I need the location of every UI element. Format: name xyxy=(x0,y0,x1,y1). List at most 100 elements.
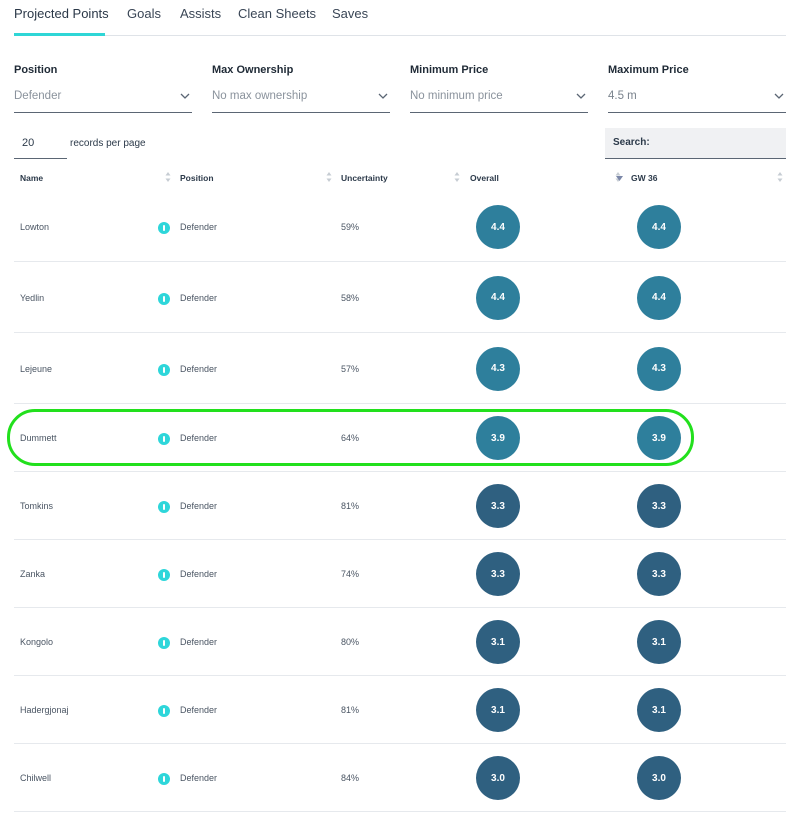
player-uncertainty: 81% xyxy=(341,501,360,511)
column-header-gw[interactable]: GW 36 xyxy=(631,173,657,183)
tab-projected-points[interactable]: Projected Points xyxy=(14,6,109,21)
score-bubble: 3.0 xyxy=(637,756,681,800)
score-bubble: 4.4 xyxy=(637,275,681,320)
table-row: Tomkins Defender 81% 3.3 3.3 xyxy=(14,472,786,540)
sort-descending-icon[interactable] xyxy=(616,176,623,181)
score-bubble: 3.3 xyxy=(637,552,681,596)
score-bubble: 3.1 xyxy=(637,688,681,732)
score-bubble: 3.9 xyxy=(637,416,681,460)
score-bubble: 4.3 xyxy=(476,346,520,391)
minimum-price-select[interactable]: No minimum price xyxy=(410,84,588,113)
position-filter-label: Position xyxy=(14,64,58,76)
search-input[interactable]: Search: xyxy=(605,128,786,159)
player-position: Defender xyxy=(180,705,218,715)
column-header-uncertainty[interactable]: Uncertainty xyxy=(341,173,388,183)
tab-saves[interactable]: Saves xyxy=(332,6,368,21)
info-icon[interactable] xyxy=(158,292,170,305)
maximum-price-filter: Maximum Price 4.5 m xyxy=(608,64,786,113)
position-select-value: Defender xyxy=(14,90,62,102)
score-bubble: 3.3 xyxy=(637,484,681,528)
max-ownership-select-value: No max ownership xyxy=(212,90,308,102)
maximum-price-select[interactable]: 4.5 m xyxy=(608,84,786,113)
table-row: Lejeune Defender 57% 4.3 4.3 xyxy=(14,333,786,404)
info-icon[interactable] xyxy=(158,363,170,376)
score-bubble: 3.0 xyxy=(476,756,520,800)
player-name: Hadergjonaj xyxy=(20,705,69,715)
tab-clean-sheets[interactable]: Clean Sheets xyxy=(238,6,316,21)
player-name: Chilwell xyxy=(20,773,52,783)
player-name: Kongolo xyxy=(20,637,54,647)
player-uncertainty: 64% xyxy=(341,433,360,443)
sort-icon[interactable] xyxy=(326,171,332,183)
sort-icon[interactable] xyxy=(454,171,460,183)
score-bubble: 3.1 xyxy=(476,688,520,732)
info-icon[interactable] xyxy=(158,569,170,581)
max-ownership-filter-label: Max Ownership xyxy=(212,64,294,76)
maximum-price-select-value: 4.5 m xyxy=(608,90,637,102)
tab-assists[interactable]: Assists xyxy=(180,6,221,21)
table-row: Chilwell Defender 84% 3.0 3.0 xyxy=(14,744,786,812)
player-uncertainty: 80% xyxy=(341,637,360,647)
records-per-page-label: records per page xyxy=(70,138,146,149)
table-row: Yedlin Defender 58% 4.4 4.4 xyxy=(14,262,786,333)
table-row: Zanka Defender 74% 3.3 3.3 xyxy=(14,540,786,608)
table-row: Lowton Defender 59% 4.4 4.4 xyxy=(14,192,786,262)
score-bubble: 3.9 xyxy=(476,416,520,460)
player-name: Dummett xyxy=(20,433,57,443)
chevron-down-icon xyxy=(576,93,586,99)
chevron-down-icon xyxy=(378,93,388,99)
max-ownership-filter: Max Ownership No max ownership xyxy=(212,64,390,113)
score-bubble: 3.1 xyxy=(476,620,520,664)
player-position: Defender xyxy=(180,363,218,374)
info-icon[interactable] xyxy=(158,433,170,445)
table-row: Kongolo Defender 80% 3.1 3.1 xyxy=(14,608,786,676)
player-position: Defender xyxy=(180,773,218,783)
player-position: Defender xyxy=(180,501,218,511)
player-uncertainty: 81% xyxy=(341,705,360,715)
player-name: Lejeune xyxy=(20,363,53,374)
info-icon[interactable] xyxy=(158,501,170,513)
score-bubble: 3.3 xyxy=(476,484,520,528)
table-body: Lowton Defender 59% 4.4 4.4 Yedlin Defender 58%… xyxy=(14,192,786,812)
tab-bar: Projected Points Goals Assists Clean She… xyxy=(14,0,786,36)
player-uncertainty: 58% xyxy=(341,292,360,303)
tab-goals[interactable]: Goals xyxy=(127,6,161,21)
player-name: Tomkins xyxy=(20,501,54,511)
player-position: Defender xyxy=(180,637,218,647)
player-name: Yedlin xyxy=(20,292,45,303)
player-position: Defender xyxy=(180,222,218,232)
column-header-overall[interactable]: Overall xyxy=(470,173,499,183)
score-bubble: 4.4 xyxy=(476,275,520,320)
player-uncertainty: 74% xyxy=(341,569,360,579)
info-icon[interactable] xyxy=(158,705,170,717)
table-row: Dummett Defender 64% 3.9 3.9 xyxy=(14,404,786,472)
max-ownership-select[interactable]: No max ownership xyxy=(212,84,390,113)
sort-icon[interactable] xyxy=(165,171,171,183)
position-select[interactable]: Defender xyxy=(14,84,192,113)
minimum-price-filter: Minimum Price No minimum price xyxy=(410,64,588,113)
player-name: Lowton xyxy=(20,222,50,232)
column-header-name[interactable]: Name xyxy=(20,173,43,183)
player-uncertainty: 84% xyxy=(341,773,360,783)
player-position: Defender xyxy=(180,569,218,579)
maximum-price-filter-label: Maximum Price xyxy=(608,64,689,76)
active-tab-indicator xyxy=(14,33,105,36)
info-icon[interactable] xyxy=(158,222,170,234)
player-position: Defender xyxy=(180,292,218,303)
chevron-down-icon xyxy=(180,93,190,99)
info-icon[interactable] xyxy=(158,637,170,649)
info-icon[interactable] xyxy=(158,773,170,785)
sort-icon[interactable] xyxy=(777,171,783,183)
table-header: Name Position Uncertainty Overall GW 36 xyxy=(14,166,786,190)
score-bubble: 4.3 xyxy=(637,346,681,391)
player-position: Defender xyxy=(180,433,218,443)
score-bubble: 3.1 xyxy=(637,620,681,664)
player-name: Zanka xyxy=(20,569,46,579)
score-bubble: 4.4 xyxy=(476,205,520,249)
score-bubble: 4.4 xyxy=(637,205,681,249)
column-header-position[interactable]: Position xyxy=(180,173,214,183)
score-bubble: 3.3 xyxy=(476,552,520,596)
records-per-page-input[interactable]: 20 xyxy=(14,129,67,159)
table-row: Hadergjonaj Defender 81% 3.1 3.1 xyxy=(14,676,786,744)
minimum-price-select-value: No minimum price xyxy=(410,90,503,102)
